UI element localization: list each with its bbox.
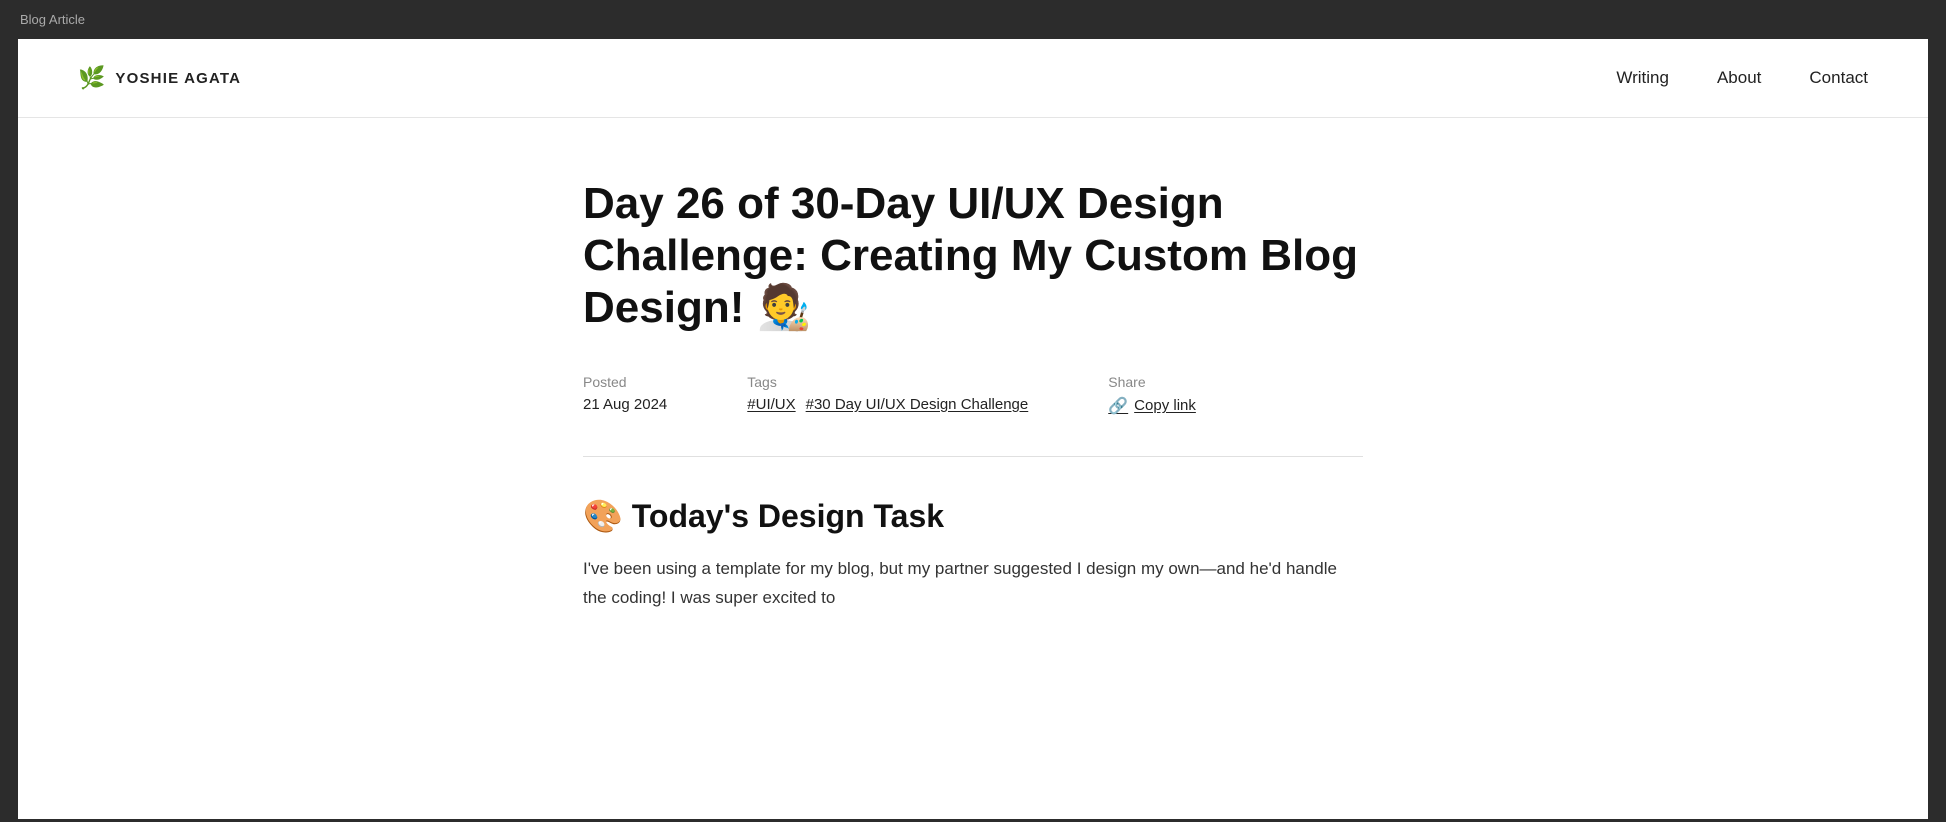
nav-link-contact[interactable]: Contact [1809, 68, 1868, 87]
tag-30day[interactable]: #30 Day UI/UX Design Challenge [806, 396, 1029, 413]
share-label: Share [1108, 374, 1196, 390]
tags-label: Tags [747, 374, 1028, 390]
nav-links: Writing About Contact [1616, 68, 1868, 88]
section-heading: 🎨 Today's Design Task [583, 497, 1363, 535]
article-title: Day 26 of 30-Day UI/UX Design Challenge:… [583, 178, 1363, 334]
meta-tags: Tags #UI/UX #30 Day UI/UX Design Challen… [747, 374, 1028, 413]
browser-bar: Blog Article [0, 0, 1946, 39]
link-icon: 🔗 [1108, 396, 1128, 416]
posted-date: 21 Aug 2024 [583, 396, 667, 413]
main-nav: Writing About Contact [1616, 68, 1868, 88]
tags-row: #UI/UX #30 Day UI/UX Design Challenge [747, 396, 1028, 413]
nav-link-writing[interactable]: Writing [1616, 68, 1669, 87]
posted-label: Posted [583, 374, 667, 390]
nav-item-writing: Writing [1616, 68, 1669, 88]
article-divider [583, 456, 1363, 457]
browser-title: Blog Article [20, 12, 85, 27]
nav-item-about: About [1717, 68, 1761, 88]
copy-link-button[interactable]: 🔗 Copy link [1108, 396, 1196, 416]
logo-icon: 🌿 [78, 67, 105, 89]
copy-link-label: Copy link [1134, 397, 1196, 414]
nav-item-contact: Contact [1809, 68, 1868, 88]
meta-share: Share 🔗 Copy link [1108, 374, 1196, 416]
page-container: 🌿 YOSHIE AGATA Writing About Contact Day… [18, 39, 1928, 819]
site-header: 🌿 YOSHIE AGATA Writing About Contact [18, 39, 1928, 118]
site-name: YOSHIE AGATA [115, 70, 241, 87]
tag-ui-ux[interactable]: #UI/UX [747, 396, 795, 413]
logo-link[interactable]: 🌿 YOSHIE AGATA [78, 67, 241, 89]
meta-posted: Posted 21 Aug 2024 [583, 374, 667, 413]
article-meta: Posted 21 Aug 2024 Tags #UI/UX #30 Day U… [583, 374, 1363, 416]
article-body: I've been using a template for my blog, … [583, 555, 1363, 613]
nav-link-about[interactable]: About [1717, 68, 1761, 87]
article-container: Day 26 of 30-Day UI/UX Design Challenge:… [563, 118, 1383, 653]
